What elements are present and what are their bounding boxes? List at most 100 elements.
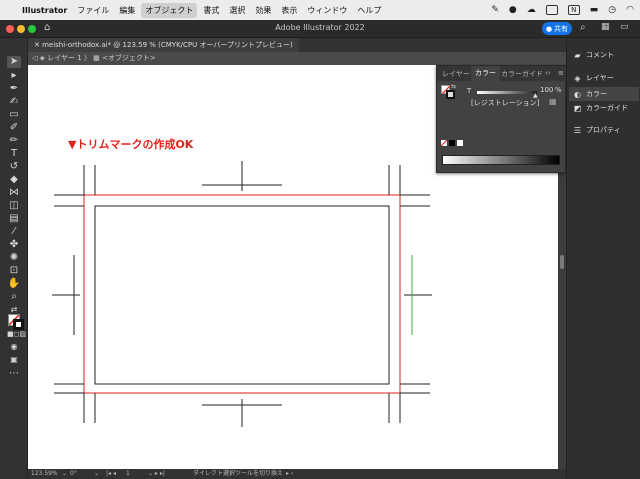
dock-label-layers: レイヤー — [586, 74, 614, 82]
rectangle-tool-icon[interactable]: ▭ — [7, 109, 21, 121]
search-icon[interactable]: ⌕ — [580, 22, 586, 33]
breadcrumb-object[interactable]: <オブジェクト> — [102, 54, 156, 62]
center-mark-top — [202, 161, 282, 191]
tint-unit: % — [555, 86, 562, 94]
hand-tool-icon[interactable]: ✋ — [7, 278, 21, 290]
menu-object[interactable]: オブジェクト — [141, 2, 198, 18]
color-panel: レイヤー カラー カラーガイド ‹› ≡ ⇆ T ▲ 100 % [レジストレー… — [436, 65, 567, 173]
keyboard-icon[interactable] — [545, 5, 558, 15]
color-mode-icon[interactable]: ■◻▨ — [7, 328, 26, 340]
none-swatch[interactable] — [441, 140, 447, 146]
input-method-icon[interactable]: N — [567, 5, 580, 15]
width-tool-icon[interactable]: ⋈ — [7, 187, 21, 199]
color-spectrum[interactable] — [442, 155, 560, 165]
tab-layers[interactable]: レイヤー — [442, 69, 470, 79]
status-menu-icon[interactable]: ▸ ‹ — [286, 469, 293, 479]
creative-cloud-icon[interactable]: ☁ — [527, 5, 536, 15]
pen-tablet-icon[interactable]: ✎ — [491, 5, 499, 15]
trim-mark-top-right — [388, 165, 430, 207]
quick-swatches — [441, 140, 463, 148]
color-panel-tabs: レイヤー カラー カラーガイド ‹› ≡ — [437, 66, 567, 81]
right-dock: ▰ コメント ◈ レイヤー ◐ カラー ◩ カラーガイド ☰ プロパティ — [566, 38, 640, 479]
zoom-tool-icon[interactable]: ⌕ — [7, 291, 21, 303]
tint-value[interactable]: 100 — [540, 86, 553, 94]
menu-view[interactable]: 表示 — [281, 5, 297, 16]
tint-slider[interactable] — [477, 91, 537, 94]
menu-effect[interactable]: 効果 — [255, 5, 271, 16]
dock-item-layers[interactable]: ◈ レイヤー — [573, 71, 614, 85]
document-tab[interactable]: ✕ meishi-orthodox.ai* @ 123.59 % (CMYK/C… — [28, 38, 299, 52]
eraser-tool-icon[interactable]: ◆ — [7, 174, 21, 186]
type-tool-icon[interactable]: T — [7, 148, 21, 160]
dock-item-color-guide[interactable]: ◩ カラーガイド — [573, 101, 628, 115]
direct-selection-tool-icon[interactable]: ▸ — [7, 70, 21, 82]
menu-file[interactable]: ファイル — [77, 5, 109, 16]
status-bar: 123.59% ⌄ 0° ⌄ |◂ ◂ 1 ⌄ ▸ ▸| ダイレクト選択ツールを… — [28, 469, 566, 479]
workspace-icon[interactable]: ▦ — [601, 22, 610, 32]
status-icons: ✎ ● ☁ N ▬ ◷ ◠ — [491, 0, 634, 20]
document-tab-label: meishi-orthodox.ai* @ 123.59 % (CMYK/CPU… — [42, 41, 293, 49]
menu-window[interactable]: ウィンドウ — [307, 5, 347, 16]
scrollbar-thumb[interactable] — [560, 255, 564, 269]
dock-label-properties: プロパティ — [586, 126, 621, 134]
tools-panel: ➤ ▸ ✒ ✍ ▭ ✐ ✏ T ↺ ◆ ⋈ ◫ ▤ ⁄ ✤ ✺ ⊡ ✋ ⌕ ⇄ … — [0, 38, 28, 479]
tool-hint: ダイレクト選択ツールを切り換え — [193, 470, 284, 477]
drawing-mode-icon[interactable]: ◉ — [7, 341, 21, 353]
dock-item-comments[interactable]: ▰ コメント — [573, 48, 614, 62]
share-label: 共有 — [554, 24, 569, 33]
breadcrumb-layer[interactable]: レイヤー 1 — [47, 54, 81, 62]
rotation-dropdown-icon[interactable]: ⌄ — [94, 469, 99, 479]
menu-type[interactable]: 書式 — [203, 5, 219, 16]
center-mark-left — [52, 255, 80, 335]
blend-tool-icon[interactable]: ✤ — [7, 239, 21, 251]
rotation-value[interactable]: 0° — [70, 469, 77, 479]
dock-label-comments: コメント — [586, 51, 614, 59]
dock-item-color[interactable]: ◐ カラー — [569, 87, 639, 101]
artboard-prev-icon[interactable]: |◂ ◂ — [106, 469, 116, 479]
menu-help[interactable]: ヘルプ — [357, 5, 381, 16]
artboard-number[interactable]: 1 — [126, 469, 130, 479]
menu-select[interactable]: 選択 — [229, 5, 245, 16]
dock-item-properties[interactable]: ☰ プロパティ — [573, 123, 621, 137]
dock-label-color-guide: カラーガイド — [586, 104, 628, 112]
white-swatch[interactable] — [457, 140, 463, 146]
black-swatch[interactable] — [449, 140, 455, 146]
artboard-tool-icon[interactable]: ⊡ — [7, 265, 21, 277]
rotate-tool-icon[interactable]: ↺ — [7, 161, 21, 173]
battery-icon[interactable]: ▬ — [590, 5, 599, 15]
panel-stroke-swatch[interactable] — [446, 90, 455, 99]
zoom-dropdown-icon[interactable]: ⌄ — [62, 469, 67, 479]
eyedropper-tool-icon[interactable]: ⁄ — [7, 226, 21, 238]
properties-icon: ☰ — [573, 125, 582, 135]
artboard-next-icon[interactable]: ⌄ ▸ ▸| — [148, 469, 165, 479]
share-button[interactable]: ● 共有 — [542, 22, 572, 35]
edit-toolbar-icon[interactable]: ⋯ — [7, 368, 21, 380]
zoom-level[interactable]: 123.59% — [31, 469, 58, 479]
back-arrow-icon[interactable]: ◁ — [32, 54, 40, 62]
app-menu[interactable]: Illustrator — [22, 6, 67, 15]
panel-menu-icon[interactable]: ≡ — [558, 69, 564, 77]
menu-edit[interactable]: 編集 — [119, 5, 135, 16]
user-icon: ● — [545, 24, 553, 33]
tab-color-guide[interactable]: カラーガイド — [501, 69, 543, 79]
curvature-tool-icon[interactable]: ✍ — [7, 96, 21, 108]
swap-icon[interactable]: ⇆ — [451, 83, 456, 90]
shape-builder-tool-icon[interactable]: ◫ — [7, 200, 21, 212]
gradient-tool-icon[interactable]: ▤ — [7, 213, 21, 225]
arrange-documents-icon[interactable]: ▭ — [620, 22, 629, 32]
pencil-tool-icon[interactable]: ✏ — [7, 135, 21, 147]
symbol-sprayer-tool-icon[interactable]: ✺ — [7, 252, 21, 264]
screen-mode-icon[interactable]: ▣ — [7, 354, 21, 366]
close-tab-icon[interactable]: ✕ — [34, 41, 42, 49]
chat-icon[interactable]: ● — [509, 5, 517, 15]
breadcrumb: ◁ ◈ レイヤー 1 〉 ▦ <オブジェクト> — [28, 52, 566, 65]
collapse-panel-icon[interactable]: ‹› — [545, 69, 551, 77]
pen-tool-icon[interactable]: ✒ — [7, 83, 21, 95]
tab-color[interactable]: カラー — [471, 66, 500, 81]
selection-tool-icon[interactable]: ➤ — [7, 56, 21, 68]
annotation-text: ▼トリムマークの作成OK — [68, 138, 194, 151]
clock-icon[interactable]: ◷ — [608, 5, 616, 15]
wifi-icon[interactable]: ◠ — [626, 5, 634, 15]
tint-channel-label: T — [467, 87, 472, 95]
paintbrush-tool-icon[interactable]: ✐ — [7, 122, 21, 134]
